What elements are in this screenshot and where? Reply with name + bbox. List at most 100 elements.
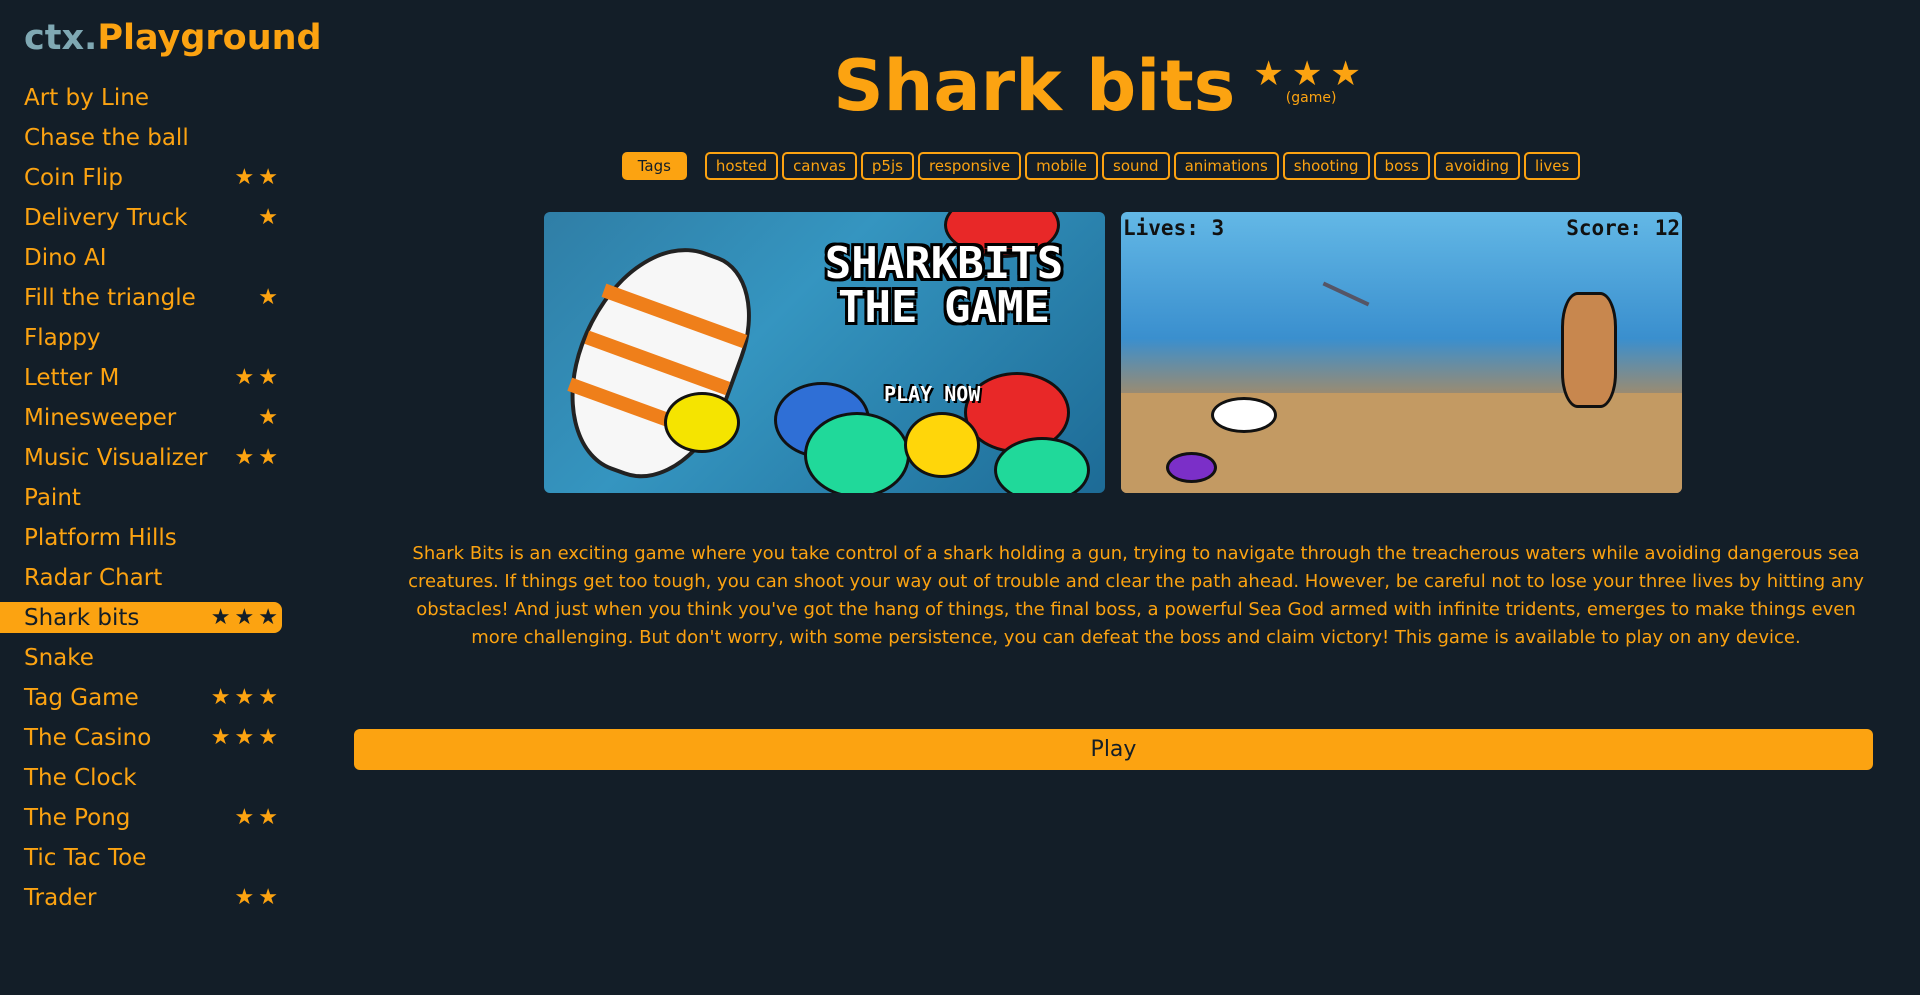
sidebar-item-label: Flappy — [24, 325, 101, 351]
sidebar-item-the-casino[interactable]: The Casino ★ ★ ★ — [0, 718, 282, 758]
star-icon: ★ — [258, 685, 278, 710]
star-icon: ★ — [234, 604, 255, 630]
sidebar-item-label: The Clock — [24, 765, 137, 791]
sidebar-item-letter-m[interactable]: Letter M ★ ★ — [0, 358, 282, 398]
sidebar-item-tag-game[interactable]: Tag Game ★ ★ ★ — [0, 678, 282, 718]
star-icon: ★ — [258, 365, 278, 390]
sidebar-item-the-pong[interactable]: The Pong ★ ★ — [0, 798, 282, 838]
tag-boss[interactable]: boss — [1373, 152, 1430, 180]
sidebar-item-fill-the-triangle[interactable]: Fill the triangle ★ — [0, 278, 282, 318]
tag-lives[interactable]: lives — [1524, 152, 1581, 180]
star-icon: ★ — [1330, 54, 1369, 94]
sidebar-item-label: Paint — [24, 485, 81, 511]
star-icon: ★ — [234, 725, 255, 750]
sidebar-item-art-by-line[interactable]: Art by Line — [0, 78, 282, 118]
game-logo: SHARKBITS THE GAME — [799, 242, 1089, 332]
screenshots: SHARKBITS THE GAME PLAY NOW Lives: 3 Sco… — [544, 212, 1682, 493]
game-description: Shark Bits is an exciting game where you… — [408, 543, 1864, 648]
star-icon: ★ — [258, 285, 278, 310]
tag-hosted[interactable]: hosted — [704, 152, 779, 180]
sidebar-item-label: Coin Flip — [24, 165, 124, 191]
tag-sound[interactable]: sound — [1102, 152, 1170, 180]
star-icon: ★ — [258, 405, 278, 430]
star-icon: ★ — [1291, 54, 1331, 94]
fish-image — [804, 412, 910, 493]
sidebar-item-chase-the-ball[interactable]: Chase the ball — [0, 118, 282, 158]
rating-stars: ★★★ — [210, 604, 278, 630]
brand-logo[interactable]: ctx.Playground — [24, 18, 322, 58]
sidebar-item-label: Dino AI — [24, 245, 107, 271]
play-now-text: PLAY NOW — [884, 382, 981, 406]
sidebar-item-label: The Pong — [24, 805, 131, 831]
tag-responsive[interactable]: responsive — [917, 152, 1022, 180]
rating-stars: ★ — [258, 207, 278, 229]
rating-stars: ★ ★ — [235, 367, 278, 389]
star-icon: ★ — [234, 805, 255, 830]
sidebar-item-label: The Casino — [24, 725, 152, 751]
sidebar-item-radar-chart[interactable]: Radar Chart — [0, 558, 282, 598]
sidebar-item-trader[interactable]: Trader ★ ★ — [0, 878, 282, 918]
fish-image — [664, 392, 740, 453]
sidebar-item-minesweeper[interactable]: Minesweeper ★ — [0, 398, 282, 438]
star-icon: ★ — [210, 725, 231, 750]
star-icon: ★ — [234, 165, 255, 190]
sidebar-item-label: Tag Game — [24, 685, 139, 711]
play-button[interactable]: Play — [354, 729, 1873, 770]
star-icon: ★ — [234, 445, 255, 470]
rating-stars: ★ — [258, 287, 278, 309]
rating-stars: ★★★ — [211, 727, 278, 749]
rating-stars: ★ ★ — [235, 887, 278, 909]
tag-mobile[interactable]: mobile — [1025, 152, 1099, 180]
sidebar-item-flappy[interactable]: Flappy — [0, 318, 282, 358]
title-row: Shark bits ★★★ (game) — [282, 40, 1920, 132]
screenshot-gameplay[interactable]: Lives: 3 Score: 12 — [1121, 212, 1682, 493]
rating-stars: ★ ★ — [235, 167, 278, 189]
sidebar-item-label: Delivery Truck — [24, 205, 188, 231]
tag-p5js[interactable]: p5js — [860, 152, 914, 180]
star-icon: ★ — [234, 365, 255, 390]
fish-image — [904, 412, 980, 478]
screenshot-title-screen[interactable]: SHARKBITS THE GAME PLAY NOW — [544, 212, 1105, 493]
sidebar-item-label: Trader — [24, 885, 97, 911]
star-icon: ★ — [258, 205, 278, 230]
tags-label: Tags — [621, 152, 687, 180]
sidebar-item-snake[interactable]: Snake — [0, 638, 282, 678]
item-kind: (game) — [1285, 90, 1337, 106]
sidebar-item-label: Tic Tac Toe — [24, 845, 147, 871]
sidebar-item-the-clock[interactable]: The Clock — [0, 758, 282, 798]
sidebar-item-dino-ai[interactable]: Dino AI — [0, 238, 282, 278]
shark-character-image — [544, 222, 773, 493]
tag-animations[interactable]: animations — [1173, 152, 1279, 180]
tag-shooting[interactable]: shooting — [1282, 152, 1370, 180]
trident-image — [1322, 281, 1370, 307]
sidebar-item-coin-flip[interactable]: Coin Flip ★ ★ — [0, 158, 282, 198]
rating-stars: ★★★ — [211, 687, 278, 709]
tag-avoiding[interactable]: avoiding — [1433, 152, 1521, 180]
sidebar: ctx.Playground Art by Line Chase the ball… — [0, 0, 322, 995]
sidebar-item-music-visualizer[interactable]: Music Visualizer ★ ★ — [0, 438, 282, 478]
sidebar-item-label: Art by Line — [24, 85, 149, 111]
star-icon: ★ — [210, 604, 231, 630]
rating-stars: ★★★ — [1253, 56, 1368, 92]
rating-stars: ★ — [258, 407, 278, 429]
star-icon: ★ — [258, 805, 278, 830]
tag-canvas[interactable]: canvas — [782, 152, 857, 180]
fish-image — [994, 437, 1090, 493]
logo-line-2: THE GAME — [838, 282, 1050, 333]
main-content: Shark bits ★★★ (game) Tags hosted canvas p… — [282, 0, 1920, 995]
sidebar-item-shark-bits[interactable]: Shark bits ★ ★ ★ — [0, 602, 282, 633]
star-icon: ★ — [258, 725, 278, 750]
sidebar-item-label: Snake — [24, 645, 94, 671]
rating-stars: ★ ★ — [235, 447, 278, 469]
sidebar-item-label: Minesweeper — [24, 405, 177, 431]
sidebar-item-tic-tac-toe[interactable]: Tic Tac Toe — [0, 838, 282, 878]
sidebar-item-label: Shark bits — [24, 604, 140, 631]
sidebar-item-delivery-truck[interactable]: Delivery Truck ★ — [0, 198, 282, 238]
sea-god-boss-image — [1561, 292, 1617, 408]
star-icon: ★ — [258, 885, 278, 910]
sidebar-item-platform-hills[interactable]: Platform Hills — [0, 518, 282, 558]
sidebar-nav: Art by Line Chase the ball Coin Flip ★ ★ Deli… — [0, 78, 282, 918]
sidebar-item-label: Chase the ball — [24, 125, 189, 151]
sidebar-item-paint[interactable]: Paint — [0, 478, 282, 518]
star-icon: ★ — [258, 165, 278, 190]
